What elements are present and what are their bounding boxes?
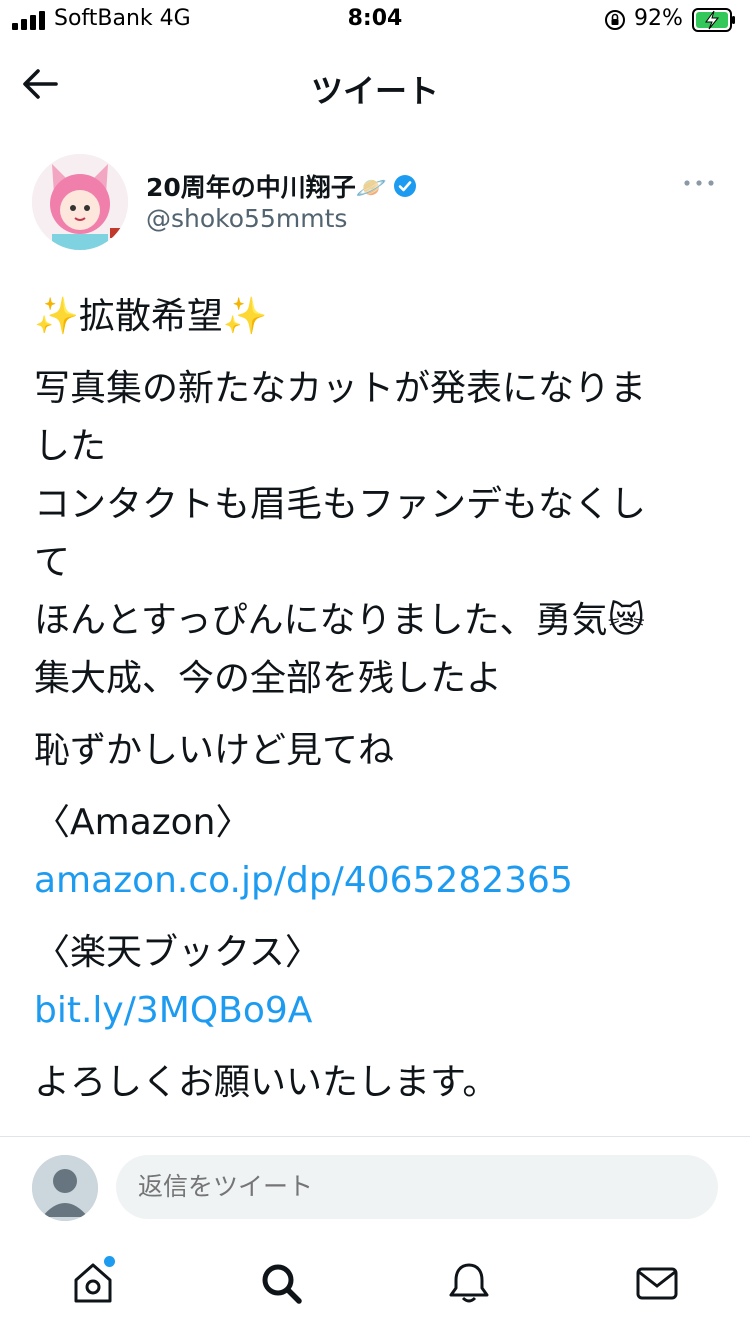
bottom-tab-bar — [0, 1236, 750, 1334]
default-avatar-icon — [32, 1155, 98, 1221]
tweet-paragraph: 写真集の新たなカットが発表になりま した コンタクトも眉毛もファンデもなくし て… — [34, 360, 724, 708]
page-title: ツイート — [310, 72, 439, 110]
notifications-icon[interactable] — [446, 1260, 492, 1306]
status-bar: SoftBank 4G 8:04 92% — [0, 0, 750, 40]
tweet-paragraph: よろしくお願いいたします。 — [34, 1054, 724, 1112]
user-avatar[interactable] — [32, 1155, 98, 1221]
tweet-line: よろしくお願いいたします。 — [34, 1062, 499, 1103]
rakuten-link[interactable]: bit.ly/3MQBo9A — [34, 982, 724, 1040]
tweet-text: ✨拡散希望✨ 写真集の新たなカットが発表になりま した コンタクトも眉毛もファン… — [34, 288, 724, 1126]
tweet-paragraph: ✨拡散希望✨ — [34, 288, 724, 346]
notification-dot — [104, 1256, 115, 1267]
battery-percentage: 92% — [634, 6, 683, 31]
more-options-icon[interactable] — [682, 176, 716, 190]
tweet-line: 〈Amazon〉 — [34, 802, 252, 843]
author-avatar[interactable] — [32, 154, 128, 250]
author-display-name[interactable]: 20周年の中川翔子🪐 — [146, 168, 417, 204]
amazon-link[interactable]: amazon.co.jp/dp/4065282365 — [34, 852, 724, 910]
messages-icon[interactable] — [634, 1260, 680, 1306]
verified-badge-icon — [393, 175, 416, 197]
tweet-line: ほんとすっぴんになりました、勇気😿 — [34, 600, 646, 641]
tweet-line: した — [34, 426, 107, 467]
navigation-header: ツイート — [0, 40, 750, 130]
search-icon[interactable] — [258, 1260, 304, 1306]
tweet-line: ✨拡散希望✨ — [34, 296, 268, 337]
display-name-text: 20周年の中川翔子🪐 — [146, 173, 387, 202]
tweet-paragraph: 〈楽天ブックス〉 bit.ly/3MQBo9A — [34, 924, 724, 1040]
tweet-paragraph: 恥ずかしいけど見てね — [34, 722, 724, 780]
tweet-line: 集大成、今の全部を残したよ — [34, 658, 503, 699]
tweet-paragraph: 〈Amazon〉 amazon.co.jp/dp/4065282365 — [34, 794, 724, 910]
tweet-line: 写真集の新たなカットが発表になりま — [34, 368, 647, 409]
tweet-line: て — [34, 542, 71, 583]
battery-charging-icon — [692, 8, 735, 32]
tweet-line: 恥ずかしいけど見てね — [34, 730, 395, 771]
reply-bar — [0, 1136, 750, 1236]
tweet-line: 〈楽天ブックス〉 — [34, 932, 321, 973]
author-handle[interactable]: @shoko55mmts — [146, 204, 347, 233]
reply-input[interactable] — [116, 1155, 718, 1219]
rotation-lock-icon — [605, 10, 625, 30]
avatar-illustration — [32, 154, 128, 250]
tweet-line: コンタクトも眉毛もファンデもなくし — [34, 484, 647, 525]
tweet-author: 20周年の中川翔子🪐 @shoko55mmts — [0, 150, 750, 260]
